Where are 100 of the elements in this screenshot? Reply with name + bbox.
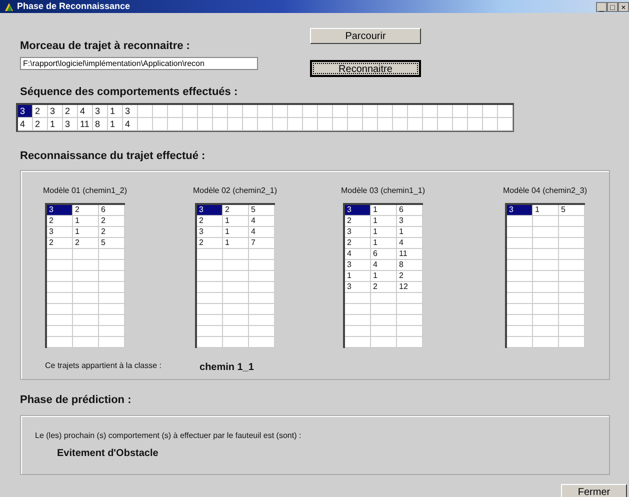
- empty-cell: [73, 249, 99, 260]
- grid-cell[interactable]: 4: [18, 118, 33, 131]
- grid-cell[interactable]: 3: [123, 104, 138, 118]
- empty-cell: [393, 118, 408, 131]
- grid-cell[interactable]: 8: [93, 118, 108, 131]
- empty-cell: [408, 104, 423, 118]
- empty-cell: [507, 315, 533, 326]
- grid-cell[interactable]: 3: [93, 104, 108, 118]
- grid-cell[interactable]: 2: [63, 104, 78, 118]
- grid-cell: 3: [397, 216, 423, 228]
- grid-cell: 1: [345, 271, 371, 282]
- empty-cell: [168, 104, 183, 118]
- empty-cell: [47, 282, 73, 294]
- empty-cell: [138, 118, 153, 131]
- empty-cell: [397, 293, 423, 304]
- empty-cell: [47, 260, 73, 272]
- empty-cell: [333, 104, 348, 118]
- empty-cell: [533, 304, 559, 316]
- grid-cell: 8: [397, 260, 423, 272]
- empty-cell: [223, 271, 249, 282]
- empty-cell: [507, 216, 533, 228]
- empty-cell: [47, 293, 73, 304]
- empty-cell: [197, 337, 223, 348]
- grid-cell[interactable]: 1: [48, 118, 63, 131]
- grid-cell: 3: [197, 227, 223, 238]
- grid-cell: 2: [73, 205, 99, 216]
- grid-cell: 2: [99, 216, 125, 228]
- prediction-label: Phase de prédiction :: [20, 393, 132, 408]
- grid-cell[interactable]: 11: [78, 118, 93, 131]
- grid-cell: 7: [249, 238, 275, 250]
- empty-cell: [249, 304, 275, 316]
- empty-cell: [559, 260, 585, 272]
- empty-cell: [99, 260, 125, 272]
- empty-cell: [249, 326, 275, 338]
- empty-cell: [223, 282, 249, 294]
- grid-cell[interactable]: 4: [78, 104, 93, 118]
- empty-cell: [223, 326, 249, 338]
- empty-cell: [438, 104, 453, 118]
- empty-cell: [99, 326, 125, 338]
- grid-cell[interactable]: 2: [33, 118, 48, 131]
- empty-cell: [183, 104, 198, 118]
- grid-cell[interactable]: 1: [108, 104, 123, 118]
- model-title: Modèle 01 (chemin1_2): [43, 185, 124, 198]
- empty-cell: [249, 282, 275, 294]
- empty-cell: [397, 304, 423, 316]
- empty-cell: [533, 282, 559, 294]
- empty-cell: [423, 118, 438, 131]
- empty-cell: [168, 118, 183, 131]
- grid-cell: 4: [249, 227, 275, 238]
- browse-button[interactable]: Parcourir: [310, 28, 421, 44]
- grid-cell[interactable]: 1: [108, 118, 123, 131]
- grid-cell[interactable]: 2: [33, 104, 48, 118]
- empty-cell: [559, 238, 585, 250]
- minimize-button[interactable]: _: [596, 2, 607, 12]
- empty-cell: [533, 326, 559, 338]
- empty-cell: [73, 304, 99, 316]
- empty-cell: [47, 271, 73, 282]
- empty-cell: [318, 104, 333, 118]
- grid-cell: 4: [249, 216, 275, 228]
- empty-cell: [371, 326, 397, 338]
- empty-cell: [559, 337, 585, 348]
- grid-cell: 3: [197, 205, 223, 216]
- empty-cell: [197, 249, 223, 260]
- empty-cell: [47, 315, 73, 326]
- empty-cell: [99, 315, 125, 326]
- empty-cell: [468, 104, 483, 118]
- empty-cell: [47, 249, 73, 260]
- grid-cell: 2: [47, 216, 73, 228]
- empty-cell: [223, 315, 249, 326]
- grid-cell: 6: [99, 205, 125, 216]
- path-field[interactable]: F:\rapport\logiciel\implémentation\Application\recon: [20, 56, 258, 70]
- empty-cell: [153, 104, 168, 118]
- empty-cell: [153, 118, 168, 131]
- empty-cell: [378, 118, 393, 131]
- maximize-button[interactable]: □: [607, 2, 618, 12]
- empty-cell: [453, 118, 468, 131]
- close-button[interactable]: ×: [618, 2, 629, 12]
- grid-cell[interactable]: 3: [18, 104, 33, 118]
- empty-cell: [99, 337, 125, 348]
- sequence-label: Séquence des comportements effectués :: [20, 85, 239, 100]
- empty-cell: [303, 118, 318, 131]
- empty-cell: [533, 227, 559, 238]
- empty-cell: [397, 326, 423, 338]
- empty-cell: [533, 260, 559, 272]
- grid-cell[interactable]: 3: [63, 118, 78, 131]
- empty-cell: [393, 104, 408, 118]
- grid-cell[interactable]: 4: [123, 118, 138, 131]
- recognize-button[interactable]: Reconnaitre: [310, 60, 421, 77]
- close-button[interactable]: Fermer: [561, 484, 627, 497]
- grid-cell[interactable]: 3: [48, 104, 63, 118]
- grid-cell: 2: [99, 227, 125, 238]
- model-title: Modèle 02 (chemin2_1): [193, 185, 274, 198]
- grid-cell: 2: [197, 238, 223, 250]
- grid-cell: 3: [345, 205, 371, 216]
- empty-cell: [47, 304, 73, 316]
- empty-cell: [533, 249, 559, 260]
- empty-cell: [363, 118, 378, 131]
- empty-cell: [363, 104, 378, 118]
- grid-cell: 3: [507, 205, 533, 216]
- empty-cell: [397, 337, 423, 348]
